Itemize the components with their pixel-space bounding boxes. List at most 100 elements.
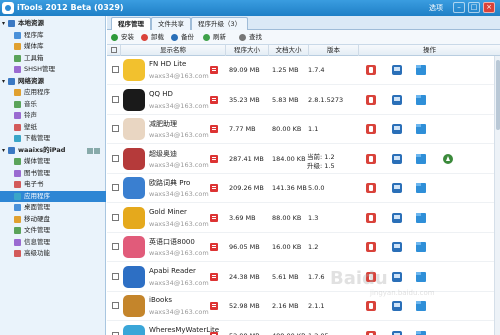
- sidebar-item-2-5[interactable]: 移动硬盘: [0, 214, 106, 225]
- sidebar-item-2-3[interactable]: 应用程序: [0, 190, 106, 202]
- sidebar-group-1[interactable]: ▾ 网络资源: [0, 76, 106, 87]
- backup-icon[interactable]: [392, 183, 402, 193]
- col-doc-size[interactable]: 文档大小: [269, 45, 309, 56]
- row-checkbox[interactable]: [112, 184, 119, 191]
- table-header: 显示名称 程序大小 文档大小 版本 操作: [107, 45, 500, 56]
- delete-icon[interactable]: [366, 153, 376, 164]
- delete-icon[interactable]: [366, 124, 376, 134]
- sidebar-group-0[interactable]: ▾ 本地资源: [0, 18, 106, 29]
- backup-icon[interactable]: [392, 330, 402, 335]
- backup-icon[interactable]: [392, 153, 402, 164]
- backup-icon[interactable]: [392, 65, 402, 75]
- table-row[interactable]: 欧路词典 Pro waxs34@163.com 209.26 MB 141.36 MB…: [107, 174, 500, 203]
- folder-icon[interactable]: [416, 242, 426, 252]
- folder-icon[interactable]: [416, 330, 426, 335]
- uninstall-button[interactable]: 卸载: [141, 32, 164, 43]
- row-checkbox[interactable]: [112, 302, 119, 309]
- table-row[interactable]: Apabi Reader waxs34@163.com 24.38 MB 5.61 M…: [107, 263, 500, 292]
- app-icon: [123, 324, 145, 335]
- table-row[interactable]: FN HD Lite waxs34@163.com 89.09 MB 1.25 MB 1…: [107, 56, 500, 85]
- backup-button[interactable]: 备份: [171, 32, 194, 43]
- close-button[interactable]: ×: [483, 2, 495, 13]
- refresh-button[interactable]: 刷新: [203, 32, 226, 43]
- folder-icon[interactable]: [416, 65, 426, 75]
- version: 1.7.4: [308, 66, 325, 74]
- delete-icon[interactable]: [366, 242, 376, 252]
- select-all-checkbox[interactable]: [107, 45, 121, 56]
- sidebar-item-0-3[interactable]: SHSH管理: [0, 64, 106, 75]
- table-row[interactable]: Gold Miner waxs34@163.com 3.69 MB 88.00 KB 1…: [107, 204, 500, 233]
- scrollbar-thumb[interactable]: [496, 60, 500, 130]
- search-button[interactable]: 查找: [239, 32, 262, 43]
- sidebar-item-2-6[interactable]: 文件管理: [0, 225, 106, 236]
- sidebar-item-1-0[interactable]: 应用程序: [0, 87, 106, 98]
- col-display-name[interactable]: 显示名称: [121, 45, 226, 56]
- table-row[interactable]: 超级奥迪 waxs34@163.com 287.41 MB 184.00 KB 当前: …: [107, 145, 500, 174]
- sidebar-item-0-0[interactable]: 程序库: [0, 30, 106, 41]
- table-row[interactable]: QQ HD waxs34@163.com 35.23 MB 5.83 MB 2.8.1.…: [107, 86, 500, 115]
- row-checkbox[interactable]: [112, 125, 119, 132]
- sidebar-item-2-4[interactable]: 桌面管理: [0, 202, 106, 213]
- row-checkbox[interactable]: [112, 243, 119, 250]
- folder-icon[interactable]: [416, 301, 426, 311]
- row-checkbox[interactable]: [112, 331, 119, 335]
- folder-icon[interactable]: [416, 153, 426, 164]
- tab-program-management[interactable]: 程序管理: [111, 17, 151, 30]
- collapse-icon[interactable]: ▾: [2, 76, 5, 87]
- collapse-icon[interactable]: ▾: [2, 18, 5, 29]
- tab-program-upgrade[interactable]: 程序升级（3）: [191, 17, 249, 30]
- row-checkbox[interactable]: [112, 272, 119, 280]
- program-size: 89.09 MB: [229, 66, 260, 74]
- sidebar-item-2-7[interactable]: 信息管理: [0, 237, 106, 248]
- program-size: 35.23 MB: [229, 95, 260, 104]
- scrollbar[interactable]: [494, 56, 500, 335]
- col-version[interactable]: 版本: [309, 45, 359, 56]
- backup-icon[interactable]: [392, 124, 402, 134]
- table-row[interactable]: iBooks waxs34@163.com 52.98 MB 2.16 MB 2.1.1: [107, 292, 500, 321]
- sidebar-item-2-1[interactable]: 图书管理: [0, 168, 106, 179]
- sidebar-item-1-2[interactable]: 铃声: [0, 110, 106, 121]
- table-row[interactable]: 英语口语8000 waxs34@163.com 96.05 MB 16.00 KB 1.…: [107, 233, 500, 262]
- table-row[interactable]: WheresMyWaterLitewaxs34@163.com52.98 MB4…: [107, 322, 500, 335]
- backup-icon[interactable]: [392, 94, 402, 105]
- folder-icon[interactable]: [416, 212, 426, 223]
- maximize-button[interactable]: □: [468, 2, 480, 13]
- folder-icon[interactable]: [416, 124, 426, 134]
- sidebar-item-1-4[interactable]: 下载管理: [0, 133, 106, 144]
- sidebar-item-1-1[interactable]: 音乐: [0, 99, 106, 110]
- sidebar-item-2-8[interactable]: 高级功能: [0, 248, 106, 259]
- sidebar-item-2-0[interactable]: 媒体管理: [0, 156, 106, 167]
- upgrade-icon[interactable]: [443, 153, 453, 164]
- sidebar-item-2-2[interactable]: 电子书: [0, 179, 106, 190]
- row-checkbox[interactable]: [112, 95, 119, 103]
- minimize-button[interactable]: –: [453, 2, 465, 13]
- row-checkbox[interactable]: [112, 154, 119, 162]
- delete-icon[interactable]: [366, 183, 376, 193]
- doc-size: 80.00 KB: [272, 125, 302, 133]
- backup-icon[interactable]: [392, 301, 402, 311]
- delete-icon[interactable]: [366, 330, 376, 335]
- folder-icon[interactable]: [416, 94, 426, 105]
- device-icons[interactable]: [86, 147, 102, 154]
- tab-bar: 程序管理 文件共享 程序升级（3）: [107, 16, 500, 30]
- delete-icon[interactable]: [366, 301, 376, 311]
- tab-file-sharing[interactable]: 文件共享: [151, 17, 191, 30]
- folder-icon[interactable]: [416, 183, 426, 193]
- delete-icon[interactable]: [366, 94, 376, 105]
- sidebar-item-1-3[interactable]: 壁纸: [0, 122, 106, 133]
- delete-icon[interactable]: [366, 65, 376, 75]
- row-checkbox[interactable]: [112, 66, 119, 73]
- install-button[interactable]: 安装: [111, 32, 134, 43]
- backup-icon[interactable]: [392, 242, 402, 252]
- collapse-icon[interactable]: ▾: [2, 145, 5, 156]
- sidebar-item-icon: [14, 31, 21, 39]
- delete-icon[interactable]: [366, 212, 376, 223]
- options-button[interactable]: 选项: [429, 3, 443, 13]
- backup-icon[interactable]: [392, 212, 402, 223]
- sidebar-group-2[interactable]: ▾ waaixs的iPad: [0, 145, 106, 156]
- table-row[interactable]: 减肥助理 waxs34@163.com 7.77 MB 80.00 KB 1.1: [107, 115, 500, 144]
- sidebar-item-0-1[interactable]: 媒体库: [0, 41, 106, 52]
- col-program-size[interactable]: 程序大小: [226, 45, 269, 56]
- sidebar-item-0-2[interactable]: 工具箱: [0, 53, 106, 64]
- row-checkbox[interactable]: [112, 213, 119, 221]
